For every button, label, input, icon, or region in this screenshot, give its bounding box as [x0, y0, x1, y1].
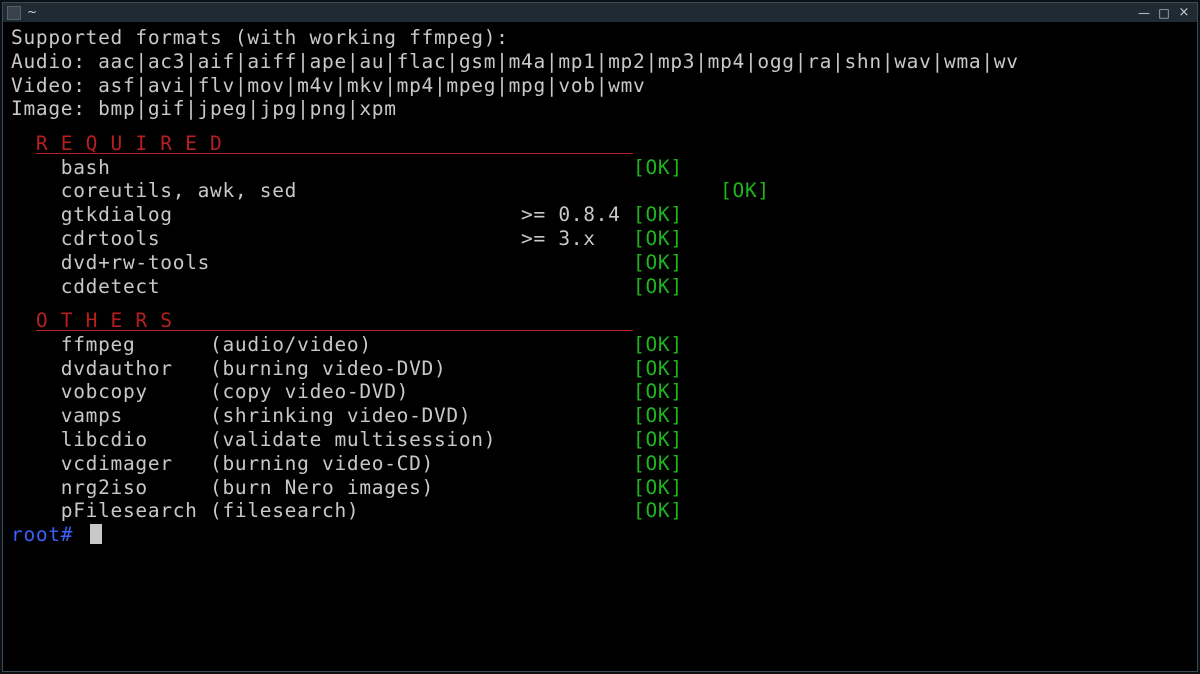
dep-row: dvd+rw-tools [OK]: [11, 251, 1189, 275]
dep-version: [521, 428, 633, 451]
dep-row: vobcopy (copy video-DVD) [OK]: [11, 380, 1189, 404]
dep-note: (validate multisession): [210, 428, 521, 451]
dep-status: [OK]: [633, 156, 683, 179]
video-formats: asf|avi|flv|mov|m4v|mkv|mp4|mpeg|mpg|vob…: [98, 74, 645, 97]
section-others-header: O T H E R S: [11, 309, 1189, 333]
minimize-button[interactable]: —: [1135, 6, 1153, 20]
dep-row: ffmpeg (audio/video) [OK]: [11, 333, 1189, 357]
dep-name: cdrtools: [61, 227, 210, 250]
dep-status: [OK]: [633, 452, 683, 475]
window-titlebar[interactable]: ~ — □ ×: [3, 3, 1197, 22]
dep-name: cddetect: [61, 275, 210, 298]
supported-header: Supported formats (with working ffmpeg):: [11, 26, 1189, 50]
section-required-header: R E Q U I R E D: [11, 132, 1189, 156]
dep-name: vobcopy: [61, 380, 210, 403]
required-list: bash [OK] coreutils, awk, sed [OK] gtkdi…: [11, 156, 1189, 299]
dep-row: cdrtools >= 3.x [OK]: [11, 227, 1189, 251]
dep-row: vcdimager (burning video-CD) [OK]: [11, 452, 1189, 476]
dep-name: bash: [61, 156, 210, 179]
dep-version: >= 0.8.4: [521, 203, 633, 226]
dep-note: [210, 251, 521, 274]
dep-name: libcdio: [61, 428, 210, 451]
terminal-body[interactable]: Supported formats (with working ffmpeg):…: [3, 22, 1197, 671]
dep-status: [OK]: [633, 380, 683, 403]
video-label: Video:: [11, 74, 98, 97]
dep-version: [608, 179, 720, 202]
dep-status: [OK]: [633, 357, 683, 380]
dep-version: [521, 357, 633, 380]
dep-note: (shrinking video-DVD): [210, 404, 521, 427]
terminal-window: ~ — □ × Supported formats (with working …: [2, 2, 1198, 672]
dep-note: (burning video-CD): [210, 452, 521, 475]
dep-row: libcdio (validate multisession) [OK]: [11, 428, 1189, 452]
dep-row: cddetect [OK]: [11, 275, 1189, 299]
dep-version: [521, 380, 633, 403]
dep-row: nrg2iso (burn Nero images) [OK]: [11, 476, 1189, 500]
section-required-title: R E Q U I R E D: [36, 132, 633, 156]
dep-version: [521, 251, 633, 274]
dep-name: nrg2iso: [61, 476, 210, 499]
app-icon: [7, 6, 21, 20]
dep-name: ffmpeg: [61, 333, 210, 356]
dep-note: [210, 227, 521, 250]
dep-version: [521, 333, 633, 356]
dep-version: >= 3.x: [521, 227, 633, 250]
others-list: ffmpeg (audio/video) [OK] dvdauthor (bur…: [11, 333, 1189, 523]
dep-version: [521, 275, 633, 298]
dep-name: dvd+rw-tools: [61, 251, 210, 274]
dep-note: [297, 179, 608, 202]
dep-name: coreutils, awk, sed: [61, 179, 297, 202]
dep-version: [521, 404, 633, 427]
dep-row: pFilesearch (filesearch) [OK]: [11, 499, 1189, 523]
dep-status: [OK]: [633, 428, 683, 451]
image-formats: bmp|gif|jpeg|jpg|png|xpm: [98, 97, 397, 120]
prompt-line[interactable]: root#: [11, 523, 1189, 547]
dep-name: dvdauthor: [61, 357, 210, 380]
dep-note: [210, 275, 521, 298]
dep-row: bash [OK]: [11, 156, 1189, 180]
dep-row: dvdauthor (burning video-DVD) [OK]: [11, 357, 1189, 381]
maximize-button[interactable]: □: [1155, 6, 1173, 20]
dep-row: coreutils, awk, sed [OK]: [11, 179, 1189, 203]
dep-version: [521, 452, 633, 475]
dep-status: [OK]: [720, 179, 770, 202]
dep-note: (burning video-DVD): [210, 357, 521, 380]
dep-name: gtkdialog: [61, 203, 210, 226]
dep-status: [OK]: [633, 275, 683, 298]
dep-status: [OK]: [633, 227, 683, 250]
dep-note: [210, 203, 521, 226]
dep-note: (burn Nero images): [210, 476, 521, 499]
section-others-title: O T H E R S: [36, 309, 633, 333]
prompt-text: root#: [11, 523, 86, 546]
image-label: Image:: [11, 97, 98, 120]
dep-name: vcdimager: [61, 452, 210, 475]
dep-note: (audio/video): [210, 333, 521, 356]
dep-status: [OK]: [633, 476, 683, 499]
dep-status: [OK]: [633, 499, 683, 522]
video-line: Video: asf|avi|flv|mov|m4v|mkv|mp4|mpeg|…: [11, 74, 1189, 98]
image-line: Image: bmp|gif|jpeg|jpg|png|xpm: [11, 97, 1189, 121]
dep-name: vamps: [61, 404, 210, 427]
dep-note: (filesearch): [210, 499, 521, 522]
dep-status: [OK]: [633, 333, 683, 356]
dep-note: (copy video-DVD): [210, 380, 521, 403]
dep-row: gtkdialog >= 0.8.4 [OK]: [11, 203, 1189, 227]
dep-version: [521, 499, 633, 522]
dep-status: [OK]: [633, 251, 683, 274]
dep-version: [521, 476, 633, 499]
dep-version: [521, 156, 633, 179]
dep-status: [OK]: [633, 404, 683, 427]
audio-line-1: Audio: aac|ac3|aif|aiff|ape|au|flac|gsm|…: [11, 50, 1189, 74]
dep-name: pFilesearch: [61, 499, 210, 522]
close-button[interactable]: ×: [1175, 6, 1193, 20]
cursor-block: [90, 524, 102, 544]
dep-note: [210, 156, 521, 179]
window-title: ~: [27, 5, 37, 20]
dep-row: vamps (shrinking video-DVD) [OK]: [11, 404, 1189, 428]
dep-status: [OK]: [633, 203, 683, 226]
